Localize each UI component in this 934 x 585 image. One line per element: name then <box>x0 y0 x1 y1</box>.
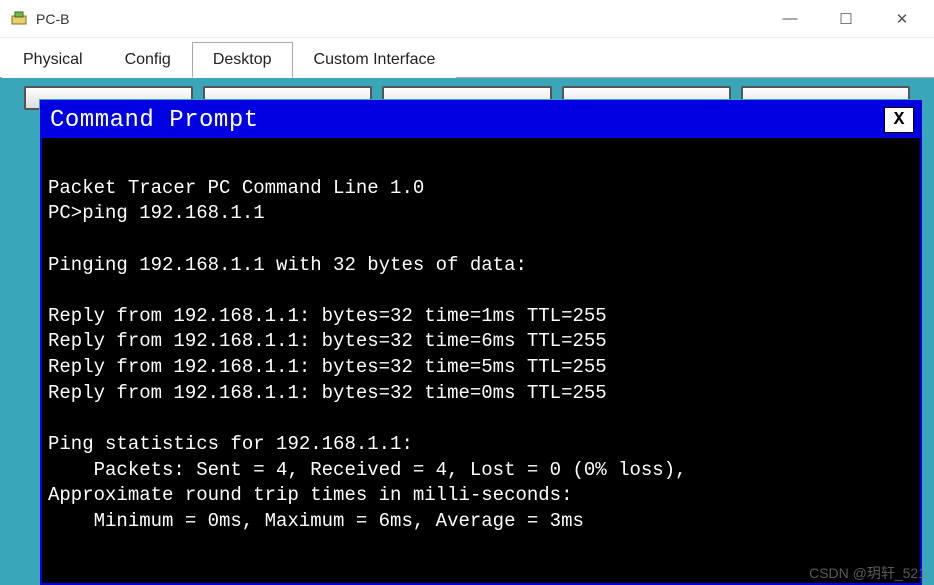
tab-config[interactable]: Config <box>104 42 192 78</box>
tab-bar: Physical Config Desktop Custom Interface <box>0 38 934 78</box>
terminal-line: Pinging 192.168.1.1 with 32 bytes of dat… <box>48 254 527 276</box>
window-controls: — ☐ ✕ <box>776 10 924 28</box>
titlebar: PC-B — ☐ ✕ <box>0 0 934 38</box>
command-prompt-body[interactable]: Packet Tracer PC Command Line 1.0 PC>pin… <box>42 138 920 583</box>
terminal-line: PC>ping 192.168.1.1 <box>48 202 265 224</box>
terminal-line: Ping statistics for 192.168.1.1: <box>48 433 413 455</box>
watermark: CSDN @玥轩_521 <box>809 563 926 583</box>
close-button[interactable]: ✕ <box>888 10 916 28</box>
tab-physical[interactable]: Physical <box>2 42 104 78</box>
command-prompt-close-button[interactable]: X <box>884 107 914 133</box>
tab-desktop[interactable]: Desktop <box>192 42 293 78</box>
command-prompt-title: Command Prompt <box>50 107 884 134</box>
command-prompt-titlebar[interactable]: Command Prompt X <box>42 102 920 138</box>
terminal-line: Packets: Sent = 4, Received = 4, Lost = … <box>48 459 687 481</box>
terminal-line: Reply from 192.168.1.1: bytes=32 time=1m… <box>48 305 607 327</box>
terminal-line: Reply from 192.168.1.1: bytes=32 time=5m… <box>48 356 607 378</box>
terminal-line: Reply from 192.168.1.1: bytes=32 time=0m… <box>48 382 607 404</box>
terminal-line: Reply from 192.168.1.1: bytes=32 time=6m… <box>48 330 607 352</box>
terminal-line: Minimum = 0ms, Maximum = 6ms, Average = … <box>48 510 584 532</box>
desktop-area: Command Prompt X Packet Tracer PC Comman… <box>0 78 934 585</box>
maximize-button[interactable]: ☐ <box>832 10 860 28</box>
minimize-button[interactable]: — <box>776 10 804 27</box>
app-icon <box>10 10 28 28</box>
terminal-line: Approximate round trip times in milli-se… <box>48 484 573 506</box>
command-prompt-window: Command Prompt X Packet Tracer PC Comman… <box>40 100 922 585</box>
terminal-line: Packet Tracer PC Command Line 1.0 <box>48 177 424 199</box>
tab-custom-interface[interactable]: Custom Interface <box>293 42 457 78</box>
window-title: PC-B <box>36 11 776 27</box>
